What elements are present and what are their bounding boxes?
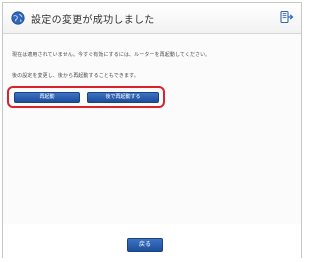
restart-options-highlight: 再起動 後で再起動する — [7, 86, 165, 108]
back-button[interactable]: 戻る — [127, 238, 163, 252]
restart-button[interactable]: 再起動 — [14, 92, 80, 103]
export-icon[interactable] — [279, 9, 295, 25]
dialog-body: 現在は適用されていません。今すぐ有効にするには、ルーターを再起動してください。 … — [3, 34, 301, 224]
globe-icon — [11, 11, 25, 25]
dialog-header: 設定の変更が成功しました — [3, 3, 301, 34]
dialog: 設定の変更が成功しました 現在は適用されていません。今すぐ有効にするには、ルータ… — [2, 2, 302, 258]
info-message: 現在は適用されていません。今すぐ有効にするには、ルーターを再起動してください。 — [12, 52, 211, 58]
info-message-secondary: 後の設定を変更し、後から再起動することもできます。 — [12, 73, 139, 79]
restart-later-button[interactable]: 後で再起動する — [87, 92, 159, 103]
page-title: 設定の変更が成功しました — [31, 15, 155, 26]
